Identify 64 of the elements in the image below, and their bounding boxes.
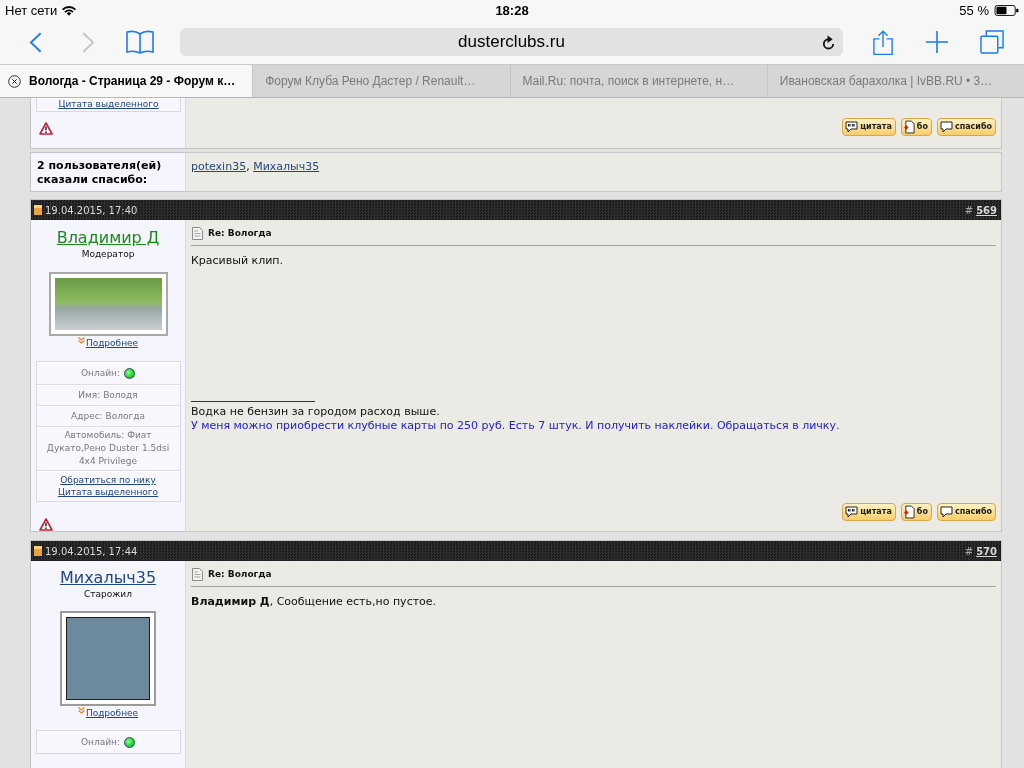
battery-icon [994,4,1019,16]
signature-text: Водка не бензин за городом расход выше. [191,405,441,419]
quote-icon [845,506,859,518]
speech-bubble-icon [939,506,953,518]
post-action-button[interactable]: бо [900,118,932,136]
username-link[interactable]: Владимир Д [56,228,160,248]
battery-text: 55 % [959,2,989,18]
thanks-label: 2 пользователя(ей) сказали спасибо: [37,159,163,187]
online-label: Онлайн: [81,366,120,380]
user-link[interactable]: Михалыч35 [253,160,320,173]
message-text: Красивый клип. [191,254,285,267]
separator-text: , [246,160,251,173]
browser-tab[interactable]: Вологда - Страница 29 - Форум к… [0,65,253,97]
post-action-button[interactable]: цитата [842,503,896,521]
warning-icon[interactable] [39,122,53,135]
profile-field: Автомобиль: Фиат Дукато,Рено Duster 1.5dsi 4x4 Privilege [36,426,180,470]
online-label: Онлайн: [81,735,120,749]
post-action-button[interactable]: спасибо [936,503,996,521]
back-icon[interactable] [29,31,42,53]
page-icon [192,567,203,581]
reload-icon[interactable] [822,34,835,50]
document-icon [903,120,915,134]
clock-text: 18:28 [495,2,529,18]
message-text: Владимир Д, Сообщение есть,но пустое. [191,595,438,608]
post-date: 19.04.2015, 17:44 [45,545,138,557]
post-number-link[interactable]: 569 [976,204,997,216]
more-link[interactable]: Подробнее [85,707,139,719]
post-action-button[interactable]: спасибо [936,118,996,136]
double-chevron-icon [77,337,85,344]
carrier-text: Нет сети [5,2,58,18]
plus-icon[interactable] [926,31,948,53]
speech-bubble-icon [939,121,953,133]
profile-link[interactable]: Цитата выделенного [57,486,159,498]
post-number-prefix: # [964,545,974,557]
post-action-button[interactable]: бо [900,503,932,521]
tabs-icon[interactable] [980,30,1004,54]
bookmarks-icon[interactable] [126,30,154,54]
post-action-button[interactable]: цитата [842,118,896,136]
more-link[interactable]: Подробнее [85,337,139,349]
document-icon [34,205,42,215]
profile-link[interactable]: Обратиться по нику [60,474,156,486]
post-number-link[interactable]: 570 [976,545,997,557]
user-rank-text: Модератор [81,248,135,260]
address-field[interactable]: dusterclubs.ru [180,28,843,56]
post-date: 19.04.2015, 17:40 [45,204,138,216]
quote-icon [845,121,859,133]
close-icon[interactable] [8,74,21,88]
profile-link[interactable]: Цитата выделенного [58,98,159,110]
user-rank-text: Старожил [84,588,132,600]
document-icon [903,505,915,519]
url-text: dusterclubs.ru [457,32,566,52]
document-icon [34,546,42,556]
double-chevron-icon [77,707,85,714]
post-number-prefix: # [964,204,974,216]
signature-text: У меня можно приобрести клубные карты по 250 руб. Есть 7 штук. И получить наклейки. Обращаться в личку. [191,419,841,433]
warning-icon[interactable] [39,518,53,531]
post-title: Re: Вологда [208,228,272,238]
profile-field: Адрес: Вологда [36,405,180,426]
page-icon [192,226,203,240]
share-icon[interactable] [873,28,893,56]
wifi-icon [62,4,77,16]
username-link[interactable]: Михалыч35 [59,568,157,588]
post-title: Re: Вологда [208,569,272,579]
profile-field: Имя: Володя [36,384,180,405]
